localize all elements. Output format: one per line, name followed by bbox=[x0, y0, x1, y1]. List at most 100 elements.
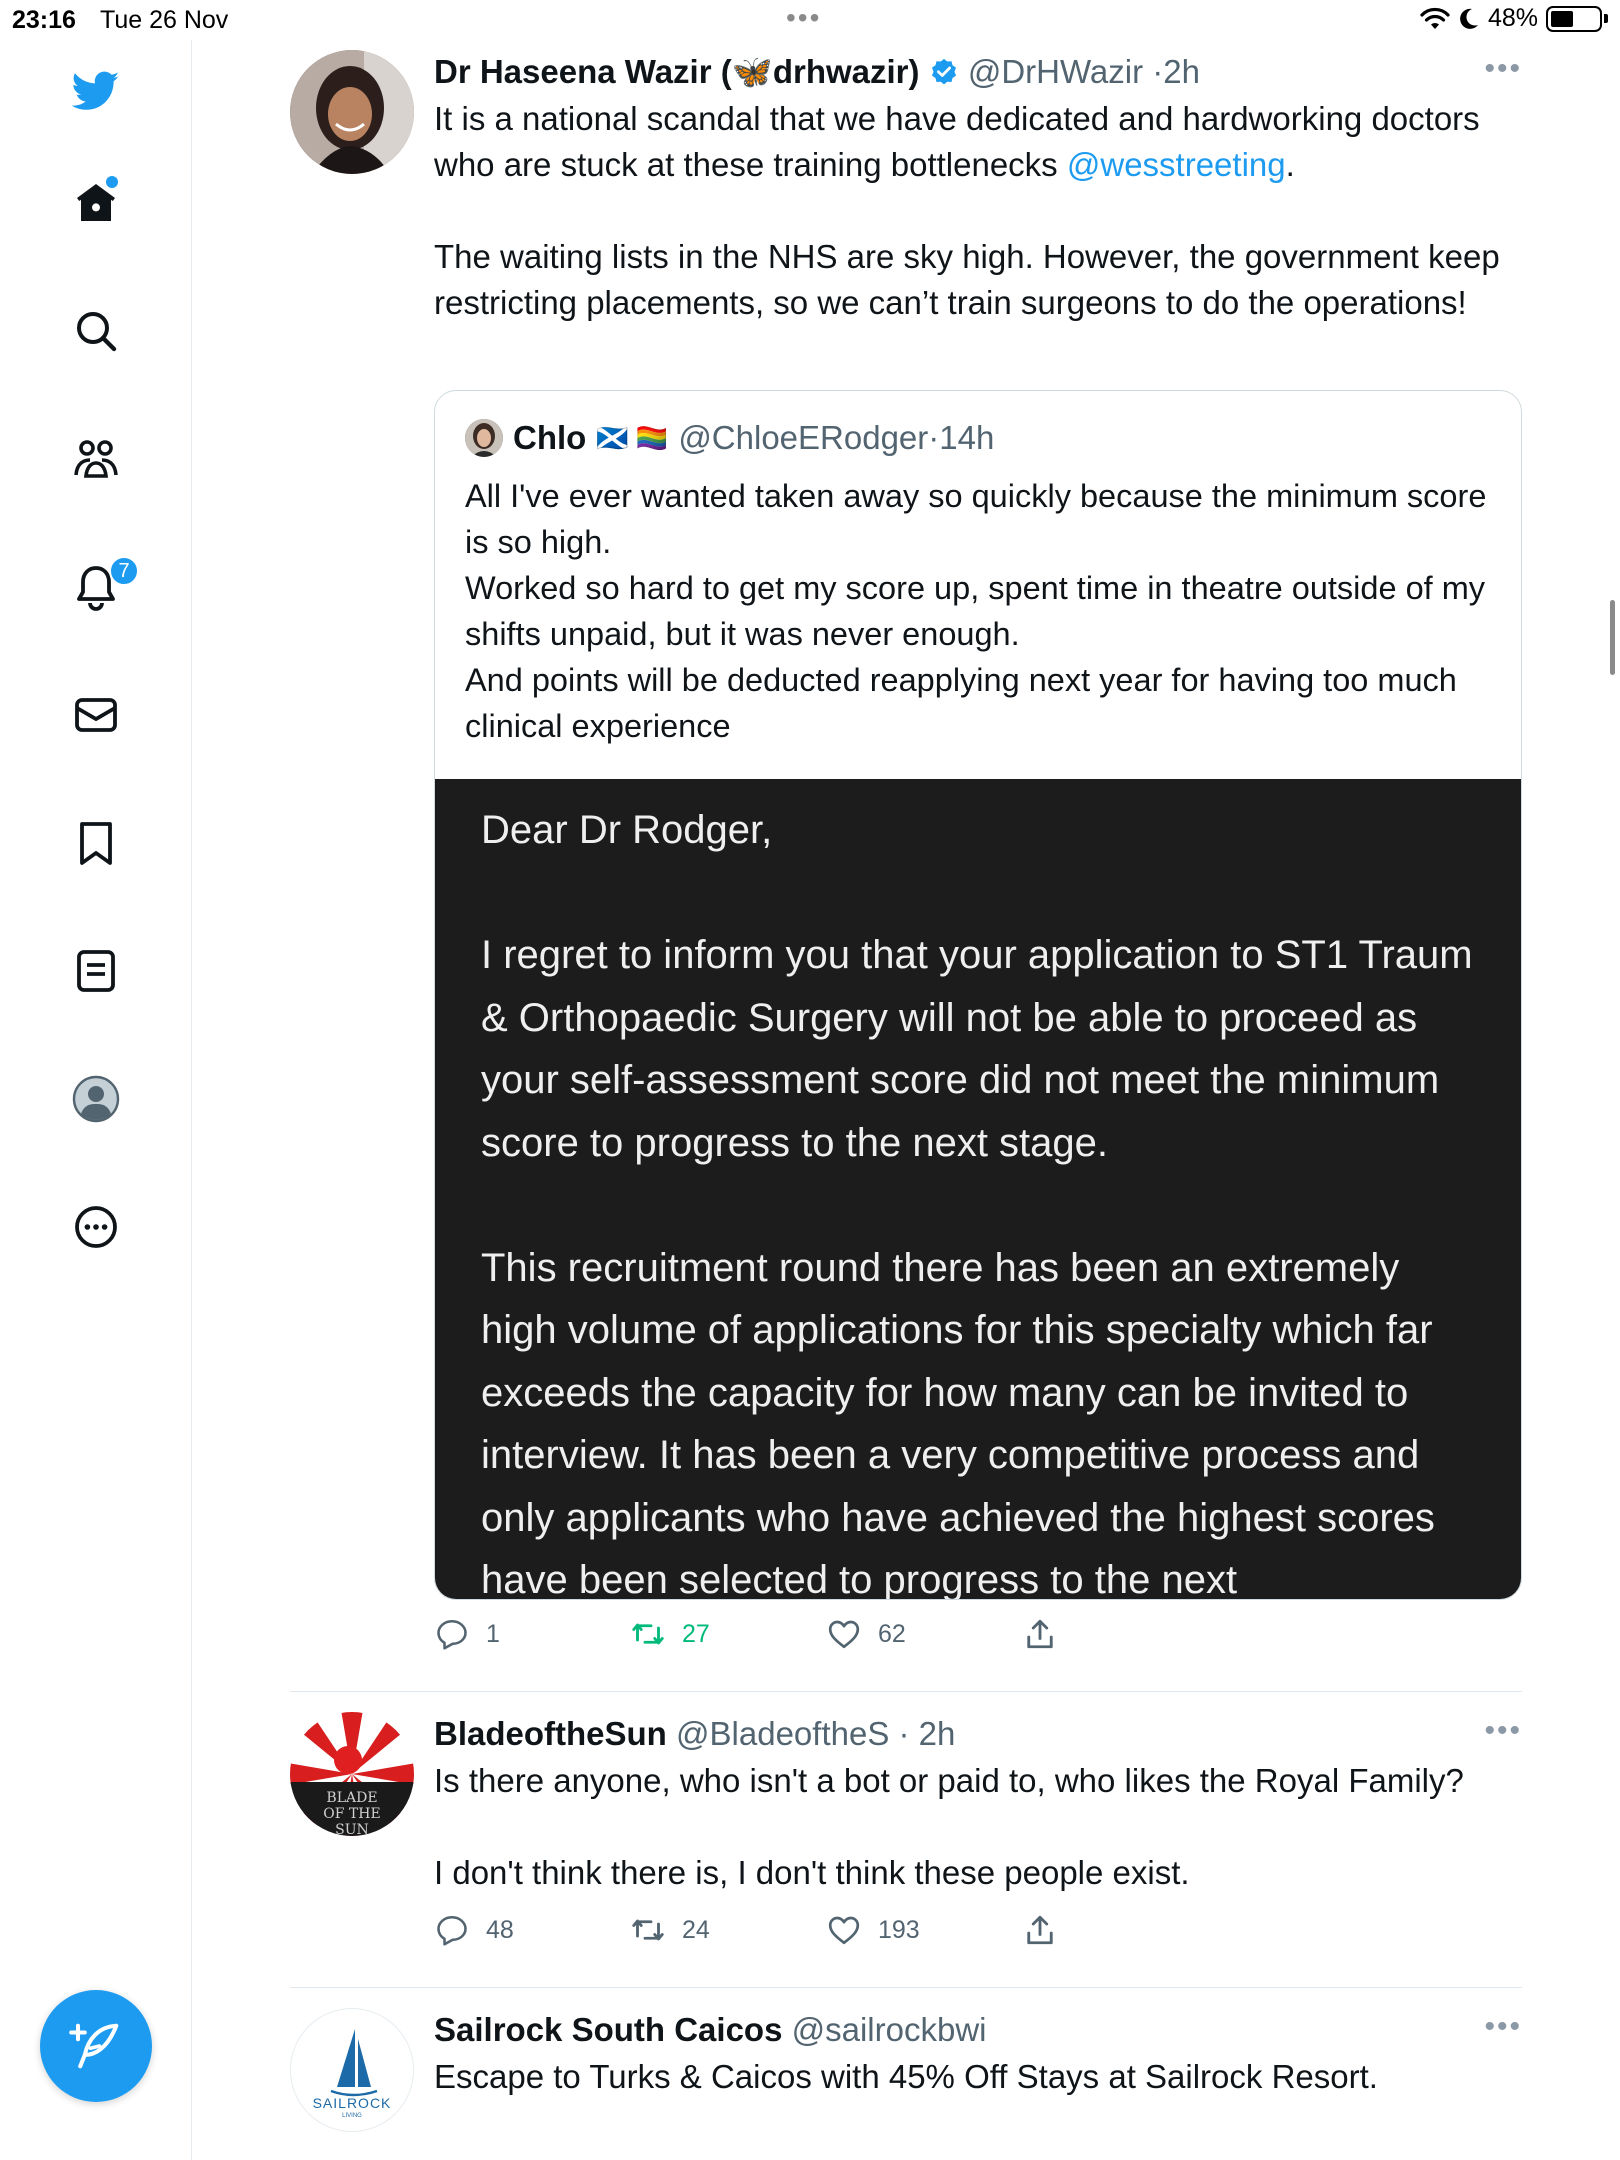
sidebar: 7 bbox=[0, 40, 192, 2160]
sidebar-item-notifications[interactable]: 7 bbox=[65, 556, 139, 618]
reply-icon bbox=[437, 1915, 467, 1946]
share-icon bbox=[1027, 1915, 1053, 1945]
wifi-icon bbox=[1420, 7, 1450, 29]
profile-avatar-icon bbox=[72, 1075, 120, 1123]
separator-dot: · bbox=[1152, 53, 1164, 90]
quoted-tweet-time: 14h bbox=[939, 419, 995, 456]
author-handle[interactable]: @DrHWazir bbox=[968, 53, 1143, 90]
quoted-tweet-image[interactable]: Dear Dr Rodger, I regret to inform you t… bbox=[435, 779, 1521, 1599]
sidebar-item-profile[interactable] bbox=[65, 1068, 127, 1130]
compose-tweet-button[interactable] bbox=[40, 1990, 152, 2102]
tweet[interactable]: Dr Haseena Wazir (🦋drhwazir) @DrHWazir ·… bbox=[290, 50, 1522, 1660]
sidebar-item-more[interactable] bbox=[65, 1196, 127, 1258]
sidebar-item-explore[interactable] bbox=[65, 300, 127, 362]
battery-percent: 48% bbox=[1487, 4, 1538, 32]
mention-link[interactable]: @wesstreeting bbox=[1067, 146, 1286, 183]
tweet-actions: 1 27 62 bbox=[434, 1616, 1134, 1660]
avatar-image bbox=[290, 50, 414, 174]
battery-fill bbox=[1551, 10, 1573, 27]
more-options-button[interactable]: ••• bbox=[1484, 2010, 1522, 2044]
scrollbar[interactable] bbox=[1610, 600, 1615, 675]
home-unread-dot bbox=[106, 176, 118, 188]
sidebar-item-bookmarks[interactable] bbox=[65, 812, 127, 874]
like-button[interactable]: 62 bbox=[826, 1616, 906, 1652]
quoted-tweet-text: All I've ever wanted taken away so quick… bbox=[465, 478, 1487, 744]
butterfly-emoji: 🦋 bbox=[731, 53, 773, 90]
author-name-part-1: Dr Haseena Wazir ( bbox=[434, 53, 732, 90]
sidebar-item-messages[interactable] bbox=[65, 684, 127, 746]
author-name[interactable]: Sailrock South Caicos bbox=[434, 2011, 782, 2048]
bookmark-icon bbox=[80, 822, 112, 865]
avatar[interactable]: BLADE OF THE SUN bbox=[290, 1712, 414, 1836]
verified-badge-icon bbox=[931, 58, 956, 85]
reply-button[interactable]: 1 bbox=[434, 1616, 500, 1652]
tweet-body: BladeoftheSun @BladeoftheS · 2h ••• Is t… bbox=[434, 1712, 1522, 1896]
heart-icon bbox=[828, 1916, 860, 1945]
sidebar-item-lists[interactable] bbox=[65, 940, 127, 1002]
list-icon bbox=[77, 950, 115, 992]
quoted-tweet[interactable]: Chlo 🏴󠁧󠁢󠁳󠁣󠁴󠁿 🏳️‍🌈 @ChloeERodger · 14h All… bbox=[434, 390, 1522, 1600]
like-count: 193 bbox=[878, 1915, 920, 1944]
tweet-actions: 48 24 193 bbox=[434, 1912, 1134, 1956]
like-button[interactable]: 193 bbox=[826, 1912, 920, 1948]
tweet-header: BladeoftheSun @BladeoftheS · 2h bbox=[434, 1712, 1522, 1756]
status-time: 23:16 bbox=[12, 6, 76, 34]
share-button[interactable] bbox=[1022, 1616, 1058, 1652]
tweet-header: Dr Haseena Wazir (🦋drhwazir) @DrHWazir ·… bbox=[434, 50, 1522, 94]
tweet[interactable]: SAILROCK LIVING Sailrock South Caicos @s… bbox=[290, 2008, 1522, 2160]
status-date: Tue 26 Nov bbox=[100, 6, 229, 34]
quoted-author-flags: 🏴󠁧󠁢󠁳󠁣󠁴󠁿 🏳️‍🌈 bbox=[596, 422, 669, 453]
avatar[interactable]: SAILROCK LIVING bbox=[290, 2008, 414, 2132]
author-handle[interactable]: @sailrockbwi bbox=[792, 2011, 987, 2048]
quoted-author-handle: @ChloeERodger bbox=[678, 419, 929, 456]
notification-badge: 7 bbox=[109, 556, 139, 586]
sidebar-item-communities[interactable] bbox=[65, 428, 127, 490]
share-button[interactable] bbox=[1022, 1912, 1058, 1948]
twitter-logo-icon[interactable] bbox=[65, 60, 127, 122]
avatar-brand-text: SAILROCK bbox=[312, 2095, 392, 2111]
divider bbox=[290, 1691, 1522, 1692]
avatar[interactable] bbox=[290, 50, 414, 174]
like-count: 62 bbox=[878, 1619, 906, 1648]
compose-feather-icon bbox=[69, 2023, 119, 2069]
author-name[interactable]: BladeoftheSun bbox=[434, 1715, 667, 1752]
author-name[interactable]: Dr Haseena Wazir (🦋drhwazir) bbox=[434, 53, 920, 90]
quoted-avatar bbox=[465, 419, 503, 457]
tweet-header: Sailrock South Caicos @sailrockbwi bbox=[434, 2008, 1522, 2052]
svg-text:OF THE: OF THE bbox=[323, 1806, 380, 1822]
separator-dot: · bbox=[889, 1715, 919, 1752]
tweet-time[interactable]: 2h bbox=[919, 1715, 956, 1752]
reply-count: 1 bbox=[486, 1619, 500, 1648]
status-bar: 23:16 Tue 26 Nov ••• 48% bbox=[0, 0, 1620, 40]
sidebar-item-home[interactable] bbox=[65, 172, 127, 234]
retweet-count: 27 bbox=[682, 1619, 710, 1648]
retweet-count: 24 bbox=[682, 1915, 710, 1944]
tweet-text: It is a national scandal that we have de… bbox=[434, 96, 1522, 326]
retweet-button[interactable]: 27 bbox=[630, 1616, 710, 1652]
retweet-button[interactable]: 24 bbox=[630, 1912, 710, 1948]
battery-icon bbox=[1546, 5, 1602, 32]
reply-button[interactable]: 48 bbox=[434, 1912, 514, 1948]
avatar-lettering: BLADE bbox=[326, 1790, 377, 1806]
moon-icon bbox=[1460, 8, 1478, 29]
retweet-icon bbox=[632, 1919, 664, 1941]
separator-dot: · bbox=[928, 419, 940, 456]
tweet-time[interactable]: 2h bbox=[1163, 53, 1200, 90]
status-right: 48% bbox=[1420, 4, 1608, 33]
communities-icon bbox=[74, 440, 118, 478]
reply-count: 48 bbox=[486, 1915, 514, 1944]
multitasking-dots[interactable]: ••• bbox=[786, 2, 821, 34]
search-icon bbox=[77, 312, 117, 352]
tweet-text: Escape to Turks & Caicos with 45% Off St… bbox=[434, 2058, 1378, 2095]
quoted-author-name: Chlo bbox=[513, 419, 587, 456]
more-options-button[interactable]: ••• bbox=[1484, 1714, 1522, 1748]
envelope-icon bbox=[75, 698, 117, 732]
more-options-button[interactable]: ••• bbox=[1484, 52, 1522, 86]
battery-tip bbox=[1604, 14, 1608, 23]
tweet-body: Sailrock South Caicos @sailrockbwi ••• E… bbox=[434, 2008, 1522, 2100]
share-icon bbox=[1027, 1619, 1053, 1649]
heart-icon bbox=[828, 1620, 860, 1649]
author-handle[interactable]: @BladeoftheS bbox=[676, 1715, 889, 1752]
tweet-body: Dr Haseena Wazir (🦋drhwazir) @DrHWazir ·… bbox=[434, 50, 1522, 326]
tweet[interactable]: BLADE OF THE SUN BladeoftheSun @Bladeoft… bbox=[290, 1712, 1522, 1972]
